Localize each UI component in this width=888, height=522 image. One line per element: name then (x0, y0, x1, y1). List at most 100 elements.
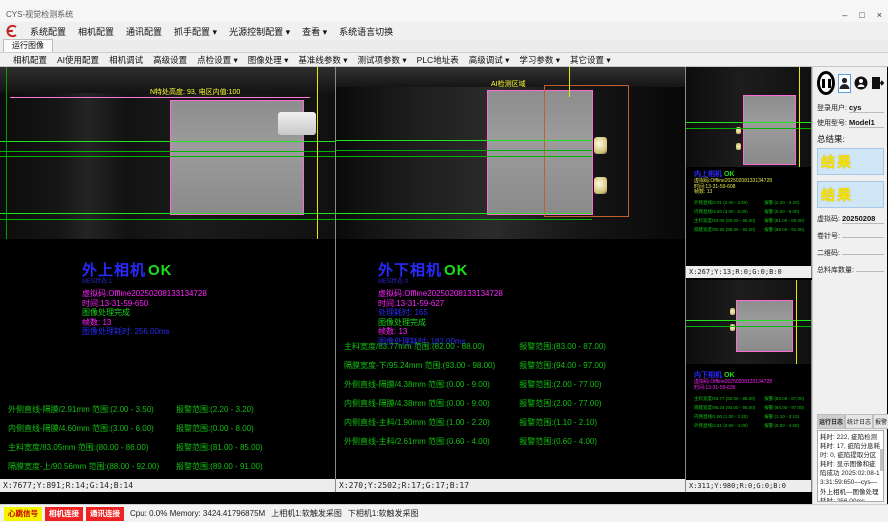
baseline-green (686, 122, 811, 123)
camera-image-outer-lower[interactable]: AI检测区域 (336, 67, 685, 239)
tab-alarm-log[interactable]: 报警日志 (873, 414, 888, 429)
pause-button[interactable] (817, 71, 835, 95)
tab-connector-region (278, 112, 316, 135)
maximize-icon[interactable]: □ (859, 10, 864, 20)
measurement-value: 隔膜宽度-上/90.56mm 范围:(88.00 - 92.00) (8, 461, 176, 472)
camera-image-inner-lower[interactable] (686, 280, 811, 364)
measurement-value: 隔膜宽度/90.56 (88.00 - 92.00) (694, 227, 764, 233)
sidebar-buttons (817, 71, 884, 95)
alarm-range: 报警范围:(2.20 - 3.20) (176, 404, 331, 415)
menu-items: 系统配置相机配置通讯配置抓手配置 ▾光源控制配置 ▾查看 ▾系统语言切换 (24, 25, 399, 38)
menu-item[interactable]: 系统配置 (24, 25, 72, 38)
time-line: 时间:13-31-59-650 (82, 299, 335, 309)
process-time-line: 图像处理耗时: 256.00ms (82, 327, 335, 337)
measurement-value: 外侧直线/2.91 (2.00 - 3.50) (694, 200, 764, 206)
tab-stats-log[interactable]: 统计日志 (845, 414, 873, 429)
toolbar-button[interactable]: 测试项参数 ▾ (353, 54, 412, 66)
measurement-row: 隔膜宽度-下/95.24mm 范围:(93.00 - 98.00) 报警范围:(… (344, 356, 681, 375)
baseline-green (0, 141, 335, 142)
result-overlay-mini: 内下相机OK 虚拟码:Offline20250208133134728 时间:1… (686, 368, 811, 479)
toolbar-button[interactable]: 其它设置 ▾ (565, 54, 616, 66)
measurement-row: 主料宽度/83.77mm 范围:(82.00 - 88.00) 报警范围:(83… (344, 337, 681, 356)
baseline-green (686, 320, 811, 321)
user-icon (839, 77, 850, 90)
toolbar-button[interactable]: 相机配置 (8, 54, 52, 66)
tab-run-log[interactable]: 运行日志 (817, 414, 845, 429)
measurement-row: 内侧直线/4.60 (3.00 - 6.00) 报警:(0.00 - 8.00) (694, 208, 811, 217)
camera-image-outer-upper[interactable]: N特处高度: 93, 电区内值:100 (0, 67, 335, 239)
toolbar-button[interactable]: 高级设置 (148, 54, 192, 66)
operator-button[interactable] (854, 74, 868, 93)
baseline-green (0, 151, 335, 152)
edge-line-yellow (796, 280, 797, 364)
menu-item[interactable]: 通讯配置 (120, 25, 168, 38)
pixel-coordinates-readout: X:311;Y:980;R:0;G:0;B:0 (686, 480, 811, 492)
log-output[interactable]: 耗时: 222, 疵陷检测耗时: 17, 疵陷分息耗时: 0, 疵陷提取分区耗时… (817, 430, 884, 502)
toolbar-button[interactable]: AI使用配置 (52, 54, 104, 66)
toolbar-button[interactable]: 点检设置 ▾ (192, 54, 243, 66)
edge-line-yellow (569, 67, 570, 97)
measurement-row: 内侧直线/1.90 (1.00 - 2.20) 报警:(1.10 - 2.10) (694, 412, 811, 421)
minimize-icon[interactable]: – (842, 10, 847, 20)
camera-result-title: 外下相机OK (378, 263, 685, 279)
exit-door-icon (871, 76, 884, 90)
menu-item[interactable]: 光源控制配置 ▾ (223, 25, 296, 38)
alarm-range: 报警范围:(0.60 - 4.00) (519, 436, 681, 447)
toolbar-button[interactable]: 相机调试 (104, 54, 148, 66)
measurement-row: 外侧直线/2.91 (2.00 - 3.50) 报警:(2.20 - 3.20) (694, 199, 811, 208)
measurement-row: 外侧直线/2.61 (0.60 - 4.00) 报警:(0.60 - 4.00) (694, 421, 811, 430)
toolbar-button[interactable]: PLC地址表 (412, 54, 464, 66)
title-bar: CYS-视觉检测系统 – □ × (0, 0, 888, 22)
measurement-row: 内侧直线-隔膜/4.38mm 范围:(0.00 - 9.00) 报警范围:(2.… (344, 394, 681, 413)
menu-item[interactable]: 相机配置 (72, 25, 120, 38)
pause-icon (828, 79, 831, 88)
stock-count-label: 总料库数量: (817, 265, 854, 275)
alarm-range: 报警范围:(0.00 - 8.00) (176, 423, 331, 434)
measurement-value: 主料宽度/83.77mm 范围:(82.00 - 88.00) (344, 341, 519, 352)
app-window: CYS-视觉检测系统 – □ × 系统配置相机配置通讯配置抓手配置 ▾光源控制配… (0, 0, 888, 522)
led-highlight (594, 137, 607, 154)
alarm-range: 报警:(0.00 - 8.00) (764, 209, 811, 215)
qr-code-label: 二维码: (817, 248, 840, 258)
ok-status: OK (444, 262, 469, 279)
alarm-range: 报警:(83.00 - 87.00) (764, 396, 811, 402)
alarm-range: 报警:(89.00 - 91.00) (764, 227, 811, 233)
measurement-value: 内侧直线-主料/1.90mm 范围:(1.00 - 2.20) (344, 417, 519, 428)
tab-run-image[interactable]: 运行图像 (3, 39, 53, 52)
pin-number-row: 卷针号: (817, 229, 884, 241)
close-icon[interactable]: × (877, 10, 882, 20)
status-bar: 心跳信号相机连接通讯连接 Cpu: 0.0% Memory: 3424.4179… (0, 504, 888, 522)
measure-line-pink (10, 97, 310, 98)
alarm-range: 报警:(1.10 - 2.10) (764, 414, 811, 420)
menu-item[interactable]: 查看 ▾ (296, 25, 333, 38)
baseline-green (0, 219, 335, 220)
battery-cell-region (743, 95, 796, 165)
log-text: 耗时: 222, 疵陷检测耗时: 17, 疵陷分息耗时: 0, 疵陷提取分区耗时… (820, 434, 880, 502)
pause-icon (822, 79, 825, 88)
log-scrollbar[interactable] (880, 449, 883, 471)
status-badges: 心跳信号相机连接通讯连接 (4, 507, 124, 521)
measurement-value: 内侧直线-隔膜/4.38mm 范围:(0.00 - 9.00) (344, 398, 519, 409)
toolbar-button[interactable]: 学习参数 ▾ (514, 54, 565, 66)
log-tabs: 运行日志 统计日志 报警日志 (817, 414, 884, 429)
measurement-value: 主料宽度/83.77 (82.00 - 88.00) (694, 396, 764, 402)
alarm-range: 报警:(81.00 - 85.00) (764, 218, 811, 224)
measurement-row: 内侧直线-隔膜/4.60mm 范围:(3.00 - 6.00) 报警范围:(0.… (8, 419, 331, 438)
toolbar-button[interactable]: 基准线参数 ▾ (293, 54, 352, 66)
tool-bar: 相机配置AI使用配置相机调试高级设置点检设置 ▾图像处理 ▾基准线参数 ▾测试项… (0, 53, 888, 67)
toolbar-button[interactable]: 高级调试 ▾ (464, 54, 515, 66)
toolbar-button[interactable]: 图像处理 ▾ (243, 54, 294, 66)
menu-item[interactable]: 抓手配置 ▾ (168, 25, 223, 38)
measurement-row: 主料宽度/83.05 (80.00 - 86.00) 报警:(81.00 - 8… (694, 217, 811, 226)
measurement-rows: 外侧直线-隔膜/2.91mm 范围:(2.00 - 3.50) 报警范围:(2.… (8, 400, 331, 476)
exit-button[interactable] (871, 74, 884, 93)
login-user-button[interactable] (838, 74, 851, 93)
upper-camera-mode: 上相机1:软触发采图 (271, 508, 342, 519)
lower-camera-mode: 下相机1:软触发采图 (348, 508, 419, 519)
menu-item[interactable]: 系统语言切换 (333, 25, 399, 38)
camera-panel-inner-lower: 内下相机OK 虚拟码:Offline20250208133134728 时间:1… (686, 280, 812, 492)
alarm-range: 报警:(0.60 - 4.00) (764, 423, 811, 429)
measurement-row: 外侧直线-主料/2.61mm 范围:(0.60 - 4.00) 报警范围:(0.… (344, 432, 681, 451)
process-done-line: 图像处理完成 (82, 308, 335, 318)
camera-image-inner-upper[interactable] (686, 67, 811, 167)
